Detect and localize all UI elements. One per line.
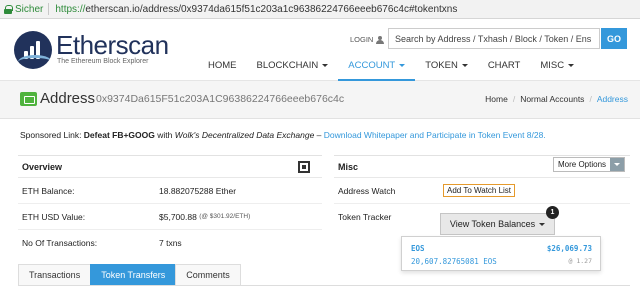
add-to-watch-list-button[interactable]: Add To Watch List bbox=[443, 184, 516, 197]
whitepaper-link[interactable]: Download Whitepaper and Participate in T… bbox=[324, 130, 546, 140]
token-balances-dropdown[interactable]: EOS $26,069.73 20,607.82765081 EOS @ 1.2… bbox=[401, 236, 601, 271]
tx-count-row: No Of Transactions: 7 txns bbox=[22, 238, 182, 248]
site-header: Etherscan The Ethereum Block Explorer LO… bbox=[0, 19, 640, 81]
caret-down-icon bbox=[539, 222, 546, 226]
nav-misc[interactable]: MISC bbox=[530, 59, 584, 81]
breadcrumb-normal-accounts[interactable]: Normal Accounts bbox=[520, 94, 584, 104]
address-watch-row: Address Watch Add To Watch List bbox=[334, 178, 630, 204]
nav-account[interactable]: ACCOUNT bbox=[338, 59, 416, 81]
user-icon bbox=[376, 35, 385, 44]
chevron-down-icon bbox=[322, 64, 329, 67]
url-divider bbox=[48, 3, 50, 15]
chevron-down-icon bbox=[610, 158, 625, 171]
eth-usd-value: $5,700.88 bbox=[159, 211, 197, 222]
qr-code-icon[interactable] bbox=[298, 161, 310, 173]
token-count-badge: 1 bbox=[546, 206, 559, 219]
etherscan-logo-icon[interactable] bbox=[14, 31, 52, 69]
page-title: Address bbox=[40, 90, 96, 107]
login-label: LOGIN bbox=[350, 35, 374, 44]
overview-heading: Overview bbox=[18, 156, 322, 178]
chevron-down-icon bbox=[461, 64, 468, 67]
brand-tagline: The Ethereum Block Explorer bbox=[57, 58, 149, 65]
page-title-bar: Address 0x9374Da615F51c203A1C96386224766… bbox=[0, 81, 640, 119]
tab-comments[interactable]: Comments bbox=[175, 264, 241, 285]
more-options-button[interactable]: More Options bbox=[553, 157, 626, 172]
eth-balance-value: 18.882075288 Ether bbox=[159, 185, 237, 196]
brand-name[interactable]: Etherscan bbox=[56, 32, 169, 58]
search-input[interactable] bbox=[388, 28, 600, 49]
breadcrumb-home[interactable]: Home bbox=[485, 94, 508, 104]
nav-blockchain[interactable]: BLOCKCHAIN bbox=[247, 59, 339, 81]
token-name[interactable]: EOS bbox=[411, 244, 425, 253]
eth-usd-row: ETH USD Value: $5,700.88 (@ $301.92/ETH) bbox=[18, 204, 322, 230]
eth-balance-row: ETH Balance: 18.882075288 Ether bbox=[18, 178, 322, 204]
address-tabs: Transactions Token Transfers Comments bbox=[18, 264, 241, 286]
tabs-divider bbox=[18, 285, 630, 286]
chevron-down-icon bbox=[568, 64, 575, 67]
overview-panel: Overview ETH Balance: 18.882075288 Ether… bbox=[18, 155, 322, 256]
nav-home[interactable]: HOME bbox=[198, 59, 247, 81]
tab-transactions[interactable]: Transactions bbox=[18, 264, 92, 285]
breadcrumb: Home / Normal Accounts / Address bbox=[485, 94, 628, 104]
address-hash[interactable]: 0x9374Da615F51c203A1C96386224766eeeb676c… bbox=[96, 93, 344, 105]
sponsored-link: Sponsored Link: Defeat FB+GOOG with Wolk… bbox=[20, 130, 546, 140]
token-usd-value: $26,069.73 bbox=[546, 244, 592, 253]
nav-chart[interactable]: CHART bbox=[478, 59, 531, 81]
token-price: @ 1.27 bbox=[568, 257, 592, 265]
token-quantity: 20,607.82765081 EOS bbox=[411, 257, 497, 266]
tab-token-transfers[interactable]: Token Transfers bbox=[90, 264, 177, 285]
browser-address-bar[interactable]: Sicher https:// etherscan.io/address/0x9… bbox=[0, 0, 640, 19]
url-scheme: https:// bbox=[55, 3, 86, 15]
login-link[interactable]: LOGIN bbox=[350, 35, 385, 44]
chevron-down-icon bbox=[399, 64, 406, 67]
breadcrumb-address: Address bbox=[596, 94, 628, 104]
nav-token[interactable]: TOKEN bbox=[415, 59, 478, 81]
wallet-icon bbox=[20, 92, 37, 106]
search-go-button[interactable]: GO bbox=[601, 28, 627, 49]
view-token-balances-button[interactable]: View Token Balances bbox=[440, 213, 555, 235]
lock-icon bbox=[4, 4, 13, 14]
secure-label: Sicher bbox=[15, 3, 44, 15]
url-text[interactable]: etherscan.io/address/0x9374da615f51c203a… bbox=[85, 4, 457, 15]
main-nav: HOME BLOCKCHAIN ACCOUNT TOKEN CHART MISC bbox=[198, 59, 584, 81]
tx-count-value: 7 txns bbox=[159, 238, 182, 248]
